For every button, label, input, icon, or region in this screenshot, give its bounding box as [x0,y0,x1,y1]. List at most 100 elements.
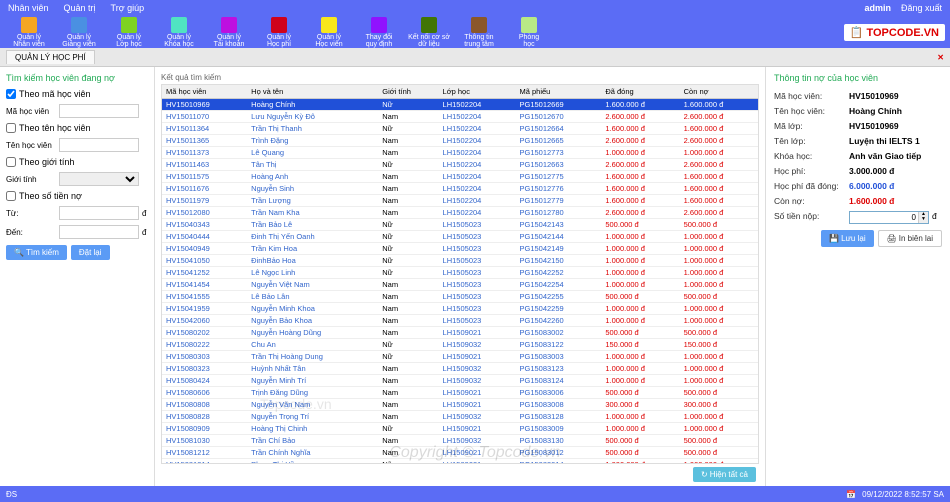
chk-by-name[interactable] [6,123,16,133]
table-row[interactable]: HV15011373Lê QuangNamLH1502204PG15012773… [162,147,758,159]
table-row[interactable]: HV15041252Lê Ngọc LinhNữLH1505023PG15042… [162,267,758,279]
table-row[interactable]: HV15041050ĐinhBảo HoaNữLH1505023PG150421… [162,255,758,267]
detail-panel: Thông tin nợ của học viên Mã học viên:HV… [765,67,950,491]
detail-classname: Luyện thi IELTS 1 [849,136,920,146]
table-row[interactable]: HV15011365Trình ĐặngNamLH1502204PG150126… [162,135,758,147]
table-row[interactable]: HV15011463Tân ThịNữLH1502204PG150126632.… [162,159,758,171]
chk-by-gender[interactable] [6,157,16,167]
table-row[interactable]: HV15081212Trần Chính NghĩaNamLH1509021PG… [162,447,758,459]
detail-name: Hoàng Chính [849,106,902,116]
calendar-icon: 📅 [846,490,856,499]
table-row[interactable]: HV15011676Nguyễn SinhNamLH1502204PG15012… [162,183,758,195]
detail-title: Thông tin nợ của học viên [774,73,942,83]
table-row[interactable]: HV15080828Nguyễn Trọng TríNamLH1509032PG… [162,411,758,423]
ribbon-item-4[interactable]: Quản lý Tài khoản [205,17,253,48]
search-title: Tìm kiếm học viên đang nợ [6,73,148,83]
print-button[interactable]: 🖨 In biên lai [878,230,942,247]
pay-input[interactable] [849,211,929,224]
table-row[interactable]: HV15041454Nguyễn Việt NamNamLH1505023PG1… [162,279,758,291]
ribbon-item-9[interactable]: Thông tin trung tâm [455,17,503,48]
results-panel: Kết quả tìm kiếm Mã học viênHọ và tênGiớ… [155,67,765,491]
table-row[interactable]: HV15080424Nguyễn Minh TríNamLH1509032PG1… [162,375,758,387]
table-row[interactable]: HV15042060Nguyễn Bảo KhoaNamLH1505023PG1… [162,315,758,327]
input-from[interactable] [59,206,139,220]
search-panel: Tìm kiếm học viên đang nợ Theo mã học vi… [0,67,155,491]
table-row[interactable]: HV15011070Lưu Nguyễn Kỳ ĐôNamLH1502204PG… [162,111,758,123]
menu-quantri[interactable]: Quản trị [64,3,96,13]
table-row[interactable]: HV15080303Trần Thị Hoàng DungNữLH1509021… [162,351,758,363]
detail-paid: 6.000.000 đ [849,181,894,191]
show-all-button[interactable]: ↻ Hiện tất cả [693,467,756,482]
chk-by-id[interactable] [6,89,16,99]
table-row[interactable]: HV15080606Trịnh Đăng DũngNamLH1509021PG1… [162,387,758,399]
status-date: 09/12/2022 8:52:57 SA [862,490,944,499]
logout-link[interactable]: Đăng xuất [901,3,942,13]
spinner-down-icon[interactable]: ▼ [918,217,928,223]
table-row[interactable]: HV15040444Đinh Thị Yến OanhNữLH1505023PG… [162,231,758,243]
input-id[interactable] [59,104,139,118]
table-row[interactable]: HV15041959Nguyễn Minh KhoaNamLH1505023PG… [162,303,758,315]
ribbon-icon [271,17,287,33]
table-row[interactable]: HV15041555Lê Bảo LânNamLH1505023PG150422… [162,291,758,303]
status-bar: ĐS 📅 09/12/2022 8:52:57 SA [0,486,950,502]
ribbon-item-7[interactable]: Thay đổi quy định [355,17,403,48]
tab-hocphi[interactable]: QUẢN LÝ HỌC PHÍ [6,50,95,64]
menu-nhanvien[interactable]: Nhân viên [8,3,49,13]
ribbon-item-8[interactable]: Kết nối cơ sở dữ liệu [405,17,453,48]
table-row[interactable]: HV15011575Hoàng AnhNamLH1502204PG1501277… [162,171,758,183]
search-button[interactable]: 🔍 Tìm kiếm [6,245,67,260]
table-row[interactable]: HV15040949Trần Kim HoaNữLH1505023PG15042… [162,243,758,255]
col-header[interactable]: Mã phiếu [515,85,601,99]
ribbon-item-10[interactable]: Phòng học [505,17,553,48]
results-title: Kết quả tìm kiếm [161,73,759,82]
table-row[interactable]: HV15040343Trần Bảo LêNữLH1505023PG150421… [162,219,758,231]
detail-debt: 1.600.000 đ [849,196,894,206]
table-row[interactable]: HV15080202Nguyễn Hoàng DũngNamLH1509021P… [162,327,758,339]
ribbon-icon [21,17,37,33]
col-header[interactable]: Lớp học [439,85,516,99]
ribbon-item-5[interactable]: Quản lý Học phí [255,17,303,48]
table-row[interactable]: HV15011979Trần LượngNamLH1502204PG150127… [162,195,758,207]
ribbon-item-3[interactable]: Quản lý Khóa học [155,17,203,48]
ribbon-icon [321,17,337,33]
ribbon-icon [471,17,487,33]
col-header[interactable]: Mã học viên [162,85,247,99]
results-table-wrap[interactable]: Mã học viênHọ và tênGiới tínhLớp họcMã p… [161,84,759,464]
ribbon-item-1[interactable]: Quản lý Giảng viên [55,17,103,48]
ribbon-icon [521,17,537,33]
col-header[interactable]: Họ và tên [247,85,378,99]
table-row[interactable]: HV15011364Trần Thị ThanhNữLH1502204PG150… [162,123,758,135]
select-gender[interactable] [59,172,139,186]
ribbon-item-6[interactable]: Quản lý Học viên [305,17,353,48]
table-row[interactable]: HV15080909Hoàng Thị ChinhNữLH1509021PG15… [162,423,758,435]
table-row[interactable]: HV15080808Nguyễn Văn NamNamLH1509021PG15… [162,399,758,411]
status-left: ĐS [6,490,17,499]
ribbon-item-2[interactable]: Quản lý Lớp học [105,17,153,48]
close-tab-icon[interactable]: ✕ [937,53,944,62]
chk-by-debt[interactable] [6,191,16,201]
col-header[interactable]: Đã đóng [601,85,679,99]
col-header[interactable]: Giới tính [378,85,438,99]
results-table: Mã học viênHọ và tênGiới tínhLớp họcMã p… [162,85,758,464]
ribbon-icon [71,17,87,33]
col-header[interactable]: Còn nợ [680,85,758,99]
ribbon-icon [171,17,187,33]
ribbon-item-0[interactable]: Quản lý Nhân viên [5,17,53,48]
logo: 📋 TOPCODE.VN [844,24,945,41]
tab-header: QUẢN LÝ HỌC PHÍ ✕ [0,48,950,67]
table-row[interactable]: HV15012080Trần Nam KhaNamLH1502204PG1501… [162,207,758,219]
detail-course: Anh văn Giao tiếp [849,151,921,161]
menu-trogiup[interactable]: Trợ giúp [111,3,145,13]
reset-button[interactable]: Đặt lại [71,245,110,260]
save-button[interactable]: 💾 Lưu lại [821,230,873,247]
detail-class: HV15010969 [849,121,899,131]
table-row[interactable]: HV15010969Hoàng ChínhNữLH1502204PG150126… [162,99,758,111]
table-row[interactable]: HV15080222Chu AnNữLH1509032PG15083122150… [162,339,758,351]
ribbon: Quản lý Nhân viênQuản lý Giảng viênQuản … [0,16,950,48]
table-row[interactable]: HV15081030Trần Chí BảoNamLH1509032PG1508… [162,435,758,447]
table-row[interactable]: HV15080323Huỳnh Nhất TânNamLH1509032PG15… [162,363,758,375]
input-to[interactable] [59,225,139,239]
input-name[interactable] [59,138,139,152]
detail-fee: 3.000.000 đ [849,166,894,176]
ribbon-icon [121,17,137,33]
